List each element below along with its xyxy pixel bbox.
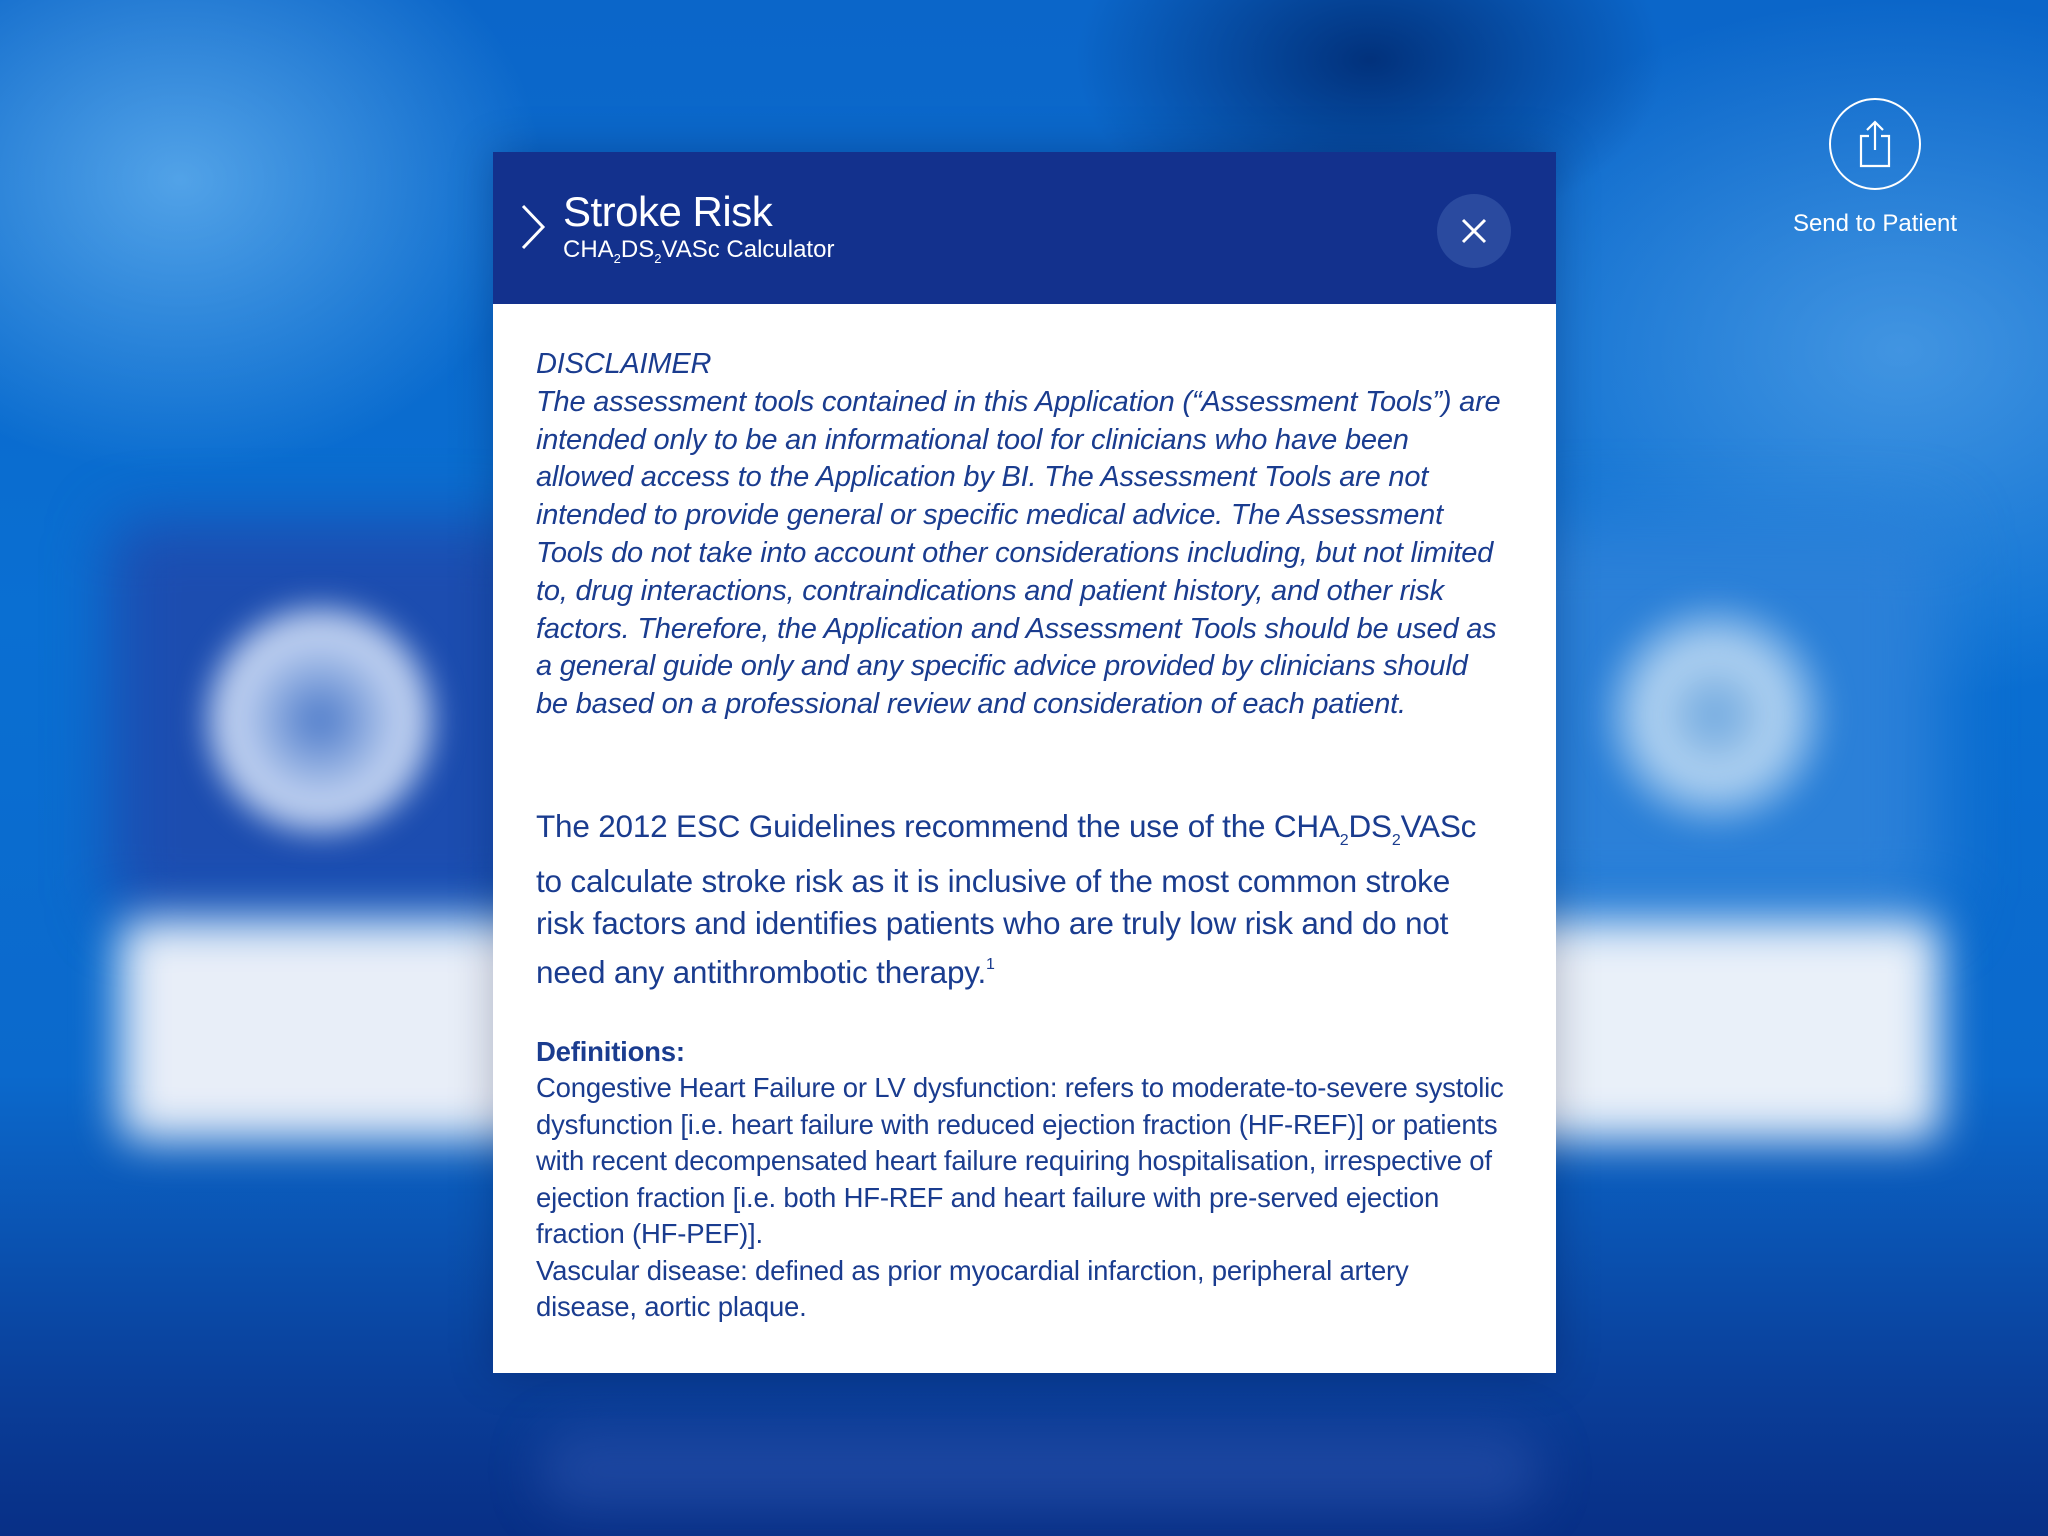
background-toolbar [540,1430,1540,1510]
definition-item: Vascular disease: defined as prior myoca… [536,1254,1409,1323]
disclaimer: DISCLAIMER The assessment tools containe… [536,346,1504,724]
modal-title: Stroke Risk [563,188,773,235]
disclaimer-title: DISCLAIMER [536,348,712,380]
chevron-right-icon[interactable] [519,202,547,257]
definitions: Definitions: Congestive Heart Failure or… [536,1034,1504,1326]
modal-header: Stroke Risk CHA2DS2VASc Calculator [493,152,1556,304]
definitions-title: Definitions: [536,1035,685,1067]
modal-subtitle: CHA2DS2VASc Calculator [563,236,835,266]
send-to-patient-label[interactable]: Send to Patient [1770,210,1980,238]
modal-body: DISCLAIMER The assessment tools containe… [493,304,1556,1326]
background-gauge [200,600,440,840]
reference-marker: 1 [986,956,995,974]
disclaimer-text: The assessment tools contained in this A… [536,385,1501,721]
background-gauge [1600,600,1830,830]
send-to-patient-button[interactable]: Send to Patient [1770,98,1980,238]
close-button[interactable] [1437,194,1511,268]
info-modal: Stroke Risk CHA2DS2VASc Calculator DISCL… [493,152,1556,1373]
intro-paragraph: The 2012 ESC Guidelines recommend the us… [536,807,1477,991]
definition-item: Congestive Heart Failure or LV dysfuncti… [536,1072,1504,1250]
close-icon[interactable] [1459,216,1489,246]
background-card [1500,920,1940,1140]
share-icon[interactable] [1829,98,1921,190]
